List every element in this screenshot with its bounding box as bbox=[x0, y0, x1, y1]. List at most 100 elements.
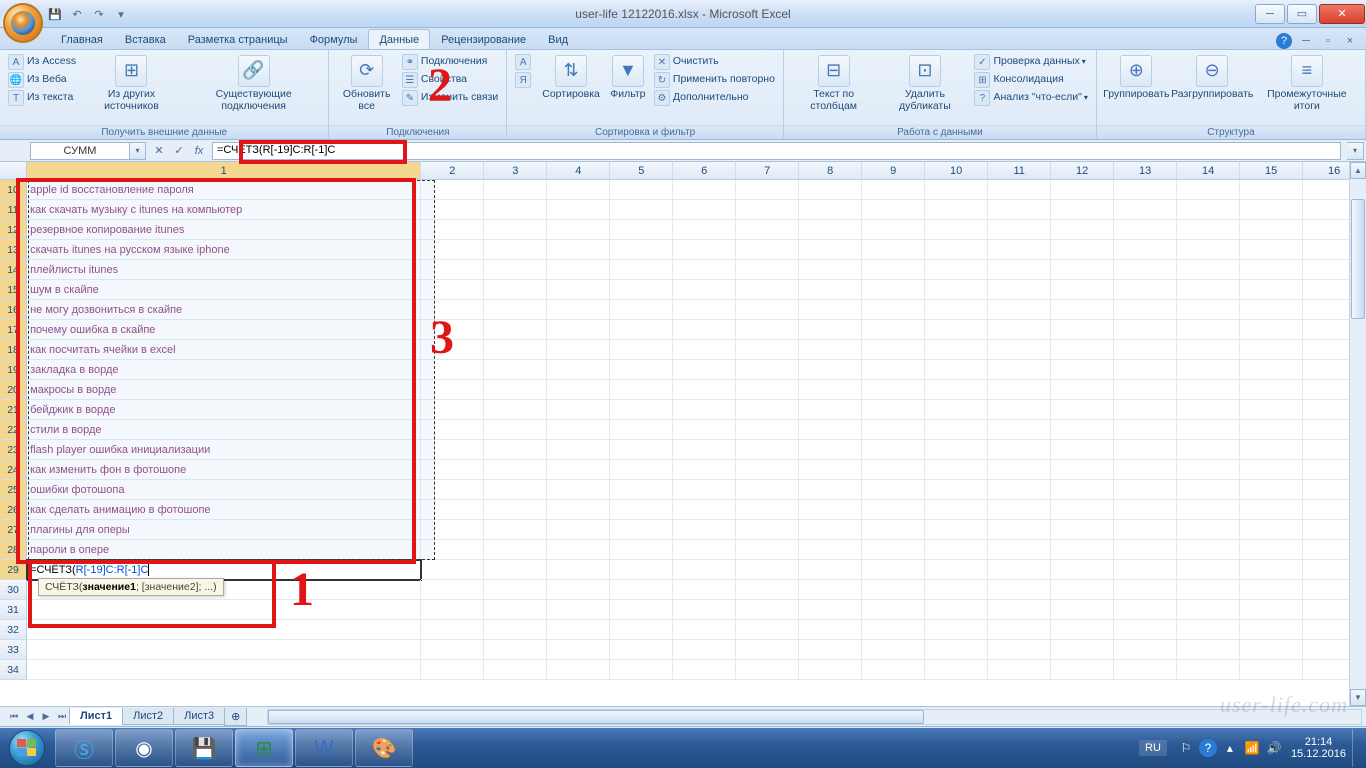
cell[interactable] bbox=[1051, 560, 1114, 580]
cell[interactable] bbox=[1240, 560, 1303, 580]
cell[interactable] bbox=[547, 200, 610, 220]
cell[interactable] bbox=[862, 260, 925, 280]
cell[interactable] bbox=[862, 240, 925, 260]
cell[interactable] bbox=[988, 260, 1051, 280]
cell[interactable] bbox=[547, 380, 610, 400]
cell[interactable] bbox=[1051, 260, 1114, 280]
cell[interactable] bbox=[925, 460, 988, 480]
horizontal-scrollbar[interactable] bbox=[267, 709, 1362, 725]
cell[interactable] bbox=[547, 220, 610, 240]
cell[interactable] bbox=[1114, 640, 1177, 660]
cell[interactable]: apple id восстановление пароля bbox=[27, 180, 420, 200]
cell[interactable] bbox=[673, 660, 736, 680]
cell[interactable] bbox=[484, 400, 547, 420]
cell[interactable] bbox=[1051, 500, 1114, 520]
row-header[interactable]: 21 bbox=[0, 400, 27, 420]
close-workbook-icon[interactable]: × bbox=[1342, 33, 1358, 49]
cell[interactable] bbox=[988, 340, 1051, 360]
cell[interactable] bbox=[1051, 320, 1114, 340]
cell[interactable] bbox=[610, 220, 673, 240]
cell[interactable] bbox=[484, 420, 547, 440]
cell[interactable] bbox=[988, 440, 1051, 460]
cell[interactable] bbox=[421, 560, 484, 580]
row-header[interactable]: 32 bbox=[0, 620, 27, 640]
cell[interactable] bbox=[673, 420, 736, 440]
col-header[interactable]: 15 bbox=[1240, 162, 1303, 179]
cell[interactable]: шум в скайпе bbox=[27, 280, 420, 300]
cell[interactable] bbox=[1177, 520, 1240, 540]
cell[interactable] bbox=[988, 640, 1051, 660]
row-header[interactable]: 30 bbox=[0, 580, 27, 600]
cell[interactable] bbox=[421, 640, 484, 660]
cell[interactable] bbox=[547, 280, 610, 300]
cell[interactable] bbox=[799, 400, 862, 420]
cell[interactable] bbox=[673, 580, 736, 600]
scroll-thumb[interactable] bbox=[1351, 199, 1365, 319]
text-to-columns-button[interactable]: ⊟Текст по столбцам bbox=[790, 53, 877, 114]
cell[interactable] bbox=[547, 600, 610, 620]
cell[interactable] bbox=[1051, 280, 1114, 300]
col-header[interactable]: 7 bbox=[736, 162, 799, 179]
cell[interactable] bbox=[1114, 660, 1177, 680]
cell[interactable] bbox=[799, 520, 862, 540]
cell[interactable] bbox=[862, 600, 925, 620]
cell[interactable] bbox=[862, 620, 925, 640]
sheet-tab-2[interactable]: Лист2 bbox=[122, 708, 174, 725]
redo-icon[interactable]: ↷ bbox=[90, 5, 108, 23]
cell[interactable] bbox=[1051, 620, 1114, 640]
cell[interactable] bbox=[736, 400, 799, 420]
cell[interactable] bbox=[1114, 560, 1177, 580]
row-header[interactable]: 17 bbox=[0, 320, 27, 340]
cell[interactable] bbox=[799, 540, 862, 560]
cell[interactable] bbox=[1240, 540, 1303, 560]
cell[interactable] bbox=[862, 640, 925, 660]
cell[interactable] bbox=[799, 480, 862, 500]
cell[interactable] bbox=[421, 580, 484, 600]
cell[interactable] bbox=[421, 460, 484, 480]
cell[interactable] bbox=[610, 580, 673, 600]
cell[interactable] bbox=[799, 620, 862, 640]
cell[interactable] bbox=[484, 220, 547, 240]
row-header[interactable]: 24 bbox=[0, 460, 27, 480]
save-icon[interactable]: 💾 bbox=[46, 5, 64, 23]
cell[interactable] bbox=[862, 420, 925, 440]
cell[interactable] bbox=[421, 220, 484, 240]
cell[interactable] bbox=[925, 440, 988, 460]
cell[interactable] bbox=[673, 620, 736, 640]
cell[interactable] bbox=[736, 500, 799, 520]
from-text-button[interactable]: TИз текста bbox=[6, 89, 78, 107]
cell[interactable] bbox=[1177, 480, 1240, 500]
row-header[interactable]: 18 bbox=[0, 340, 27, 360]
cell[interactable] bbox=[1114, 360, 1177, 380]
cell[interactable] bbox=[27, 660, 420, 680]
next-sheet-icon[interactable]: ▶ bbox=[38, 709, 54, 725]
cell[interactable] bbox=[862, 200, 925, 220]
cell[interactable] bbox=[988, 300, 1051, 320]
cell[interactable] bbox=[421, 600, 484, 620]
cell[interactable] bbox=[1051, 660, 1114, 680]
cell[interactable] bbox=[925, 660, 988, 680]
row-header[interactable]: 23 bbox=[0, 440, 27, 460]
cell[interactable] bbox=[736, 620, 799, 640]
cell[interactable] bbox=[1177, 200, 1240, 220]
language-indicator[interactable]: RU bbox=[1139, 740, 1167, 756]
row-header[interactable]: 29 bbox=[0, 560, 27, 580]
cell[interactable] bbox=[862, 380, 925, 400]
cell[interactable] bbox=[925, 200, 988, 220]
cell[interactable] bbox=[799, 240, 862, 260]
cell[interactable] bbox=[988, 520, 1051, 540]
cell[interactable] bbox=[1177, 440, 1240, 460]
cell[interactable] bbox=[736, 280, 799, 300]
cell[interactable] bbox=[484, 440, 547, 460]
cell[interactable] bbox=[484, 540, 547, 560]
row-header[interactable]: 13 bbox=[0, 240, 27, 260]
cell[interactable] bbox=[988, 420, 1051, 440]
cell[interactable]: резервное копирование itunes bbox=[27, 220, 420, 240]
row-header[interactable]: 27 bbox=[0, 520, 27, 540]
cell[interactable] bbox=[1177, 540, 1240, 560]
cell[interactable] bbox=[925, 500, 988, 520]
cell[interactable] bbox=[1114, 260, 1177, 280]
cell[interactable] bbox=[1051, 420, 1114, 440]
cell[interactable]: плейлисты itunes bbox=[27, 260, 420, 280]
cell[interactable] bbox=[421, 420, 484, 440]
